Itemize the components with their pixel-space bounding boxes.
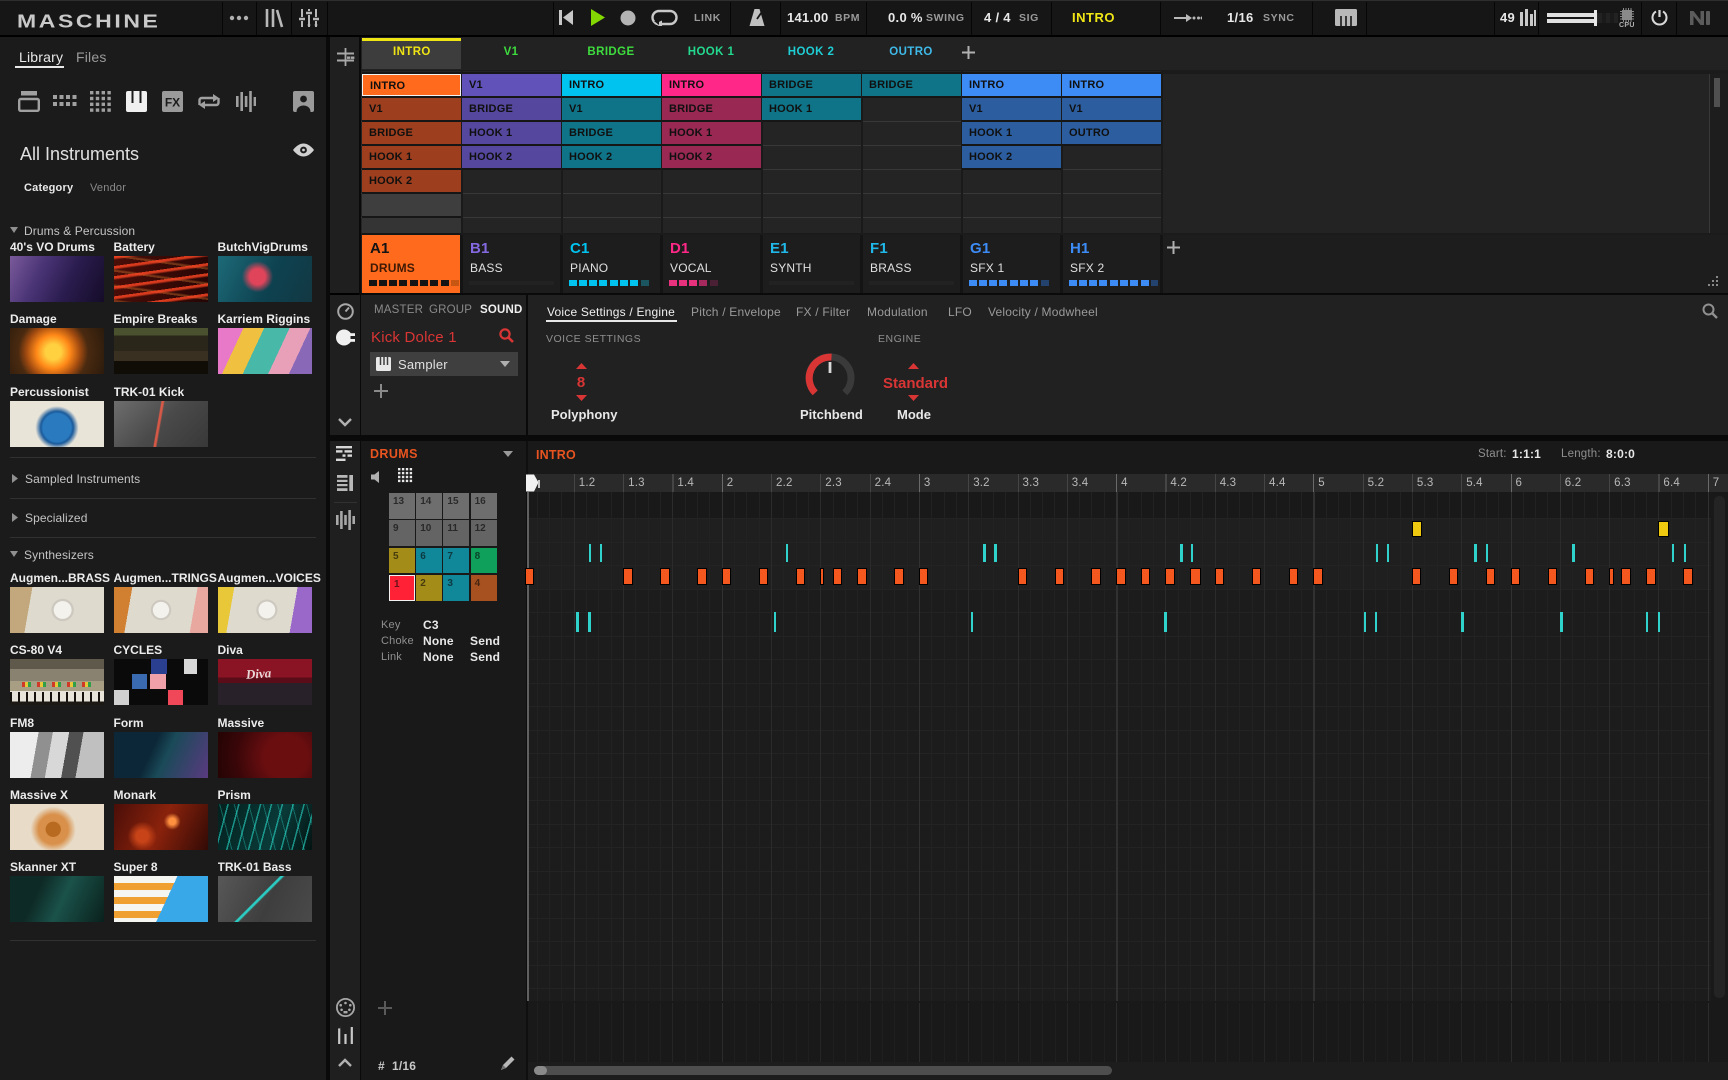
svg-text:FX: FX xyxy=(165,96,180,110)
